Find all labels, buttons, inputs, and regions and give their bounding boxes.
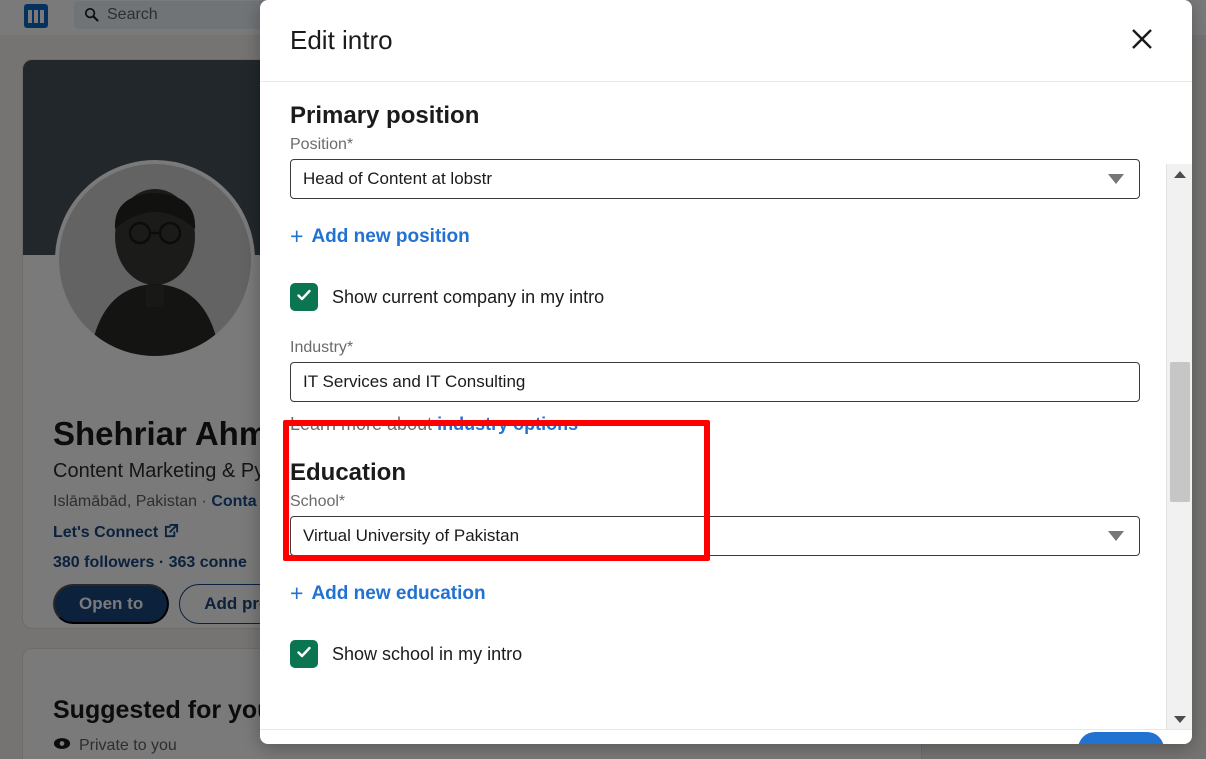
save-button[interactable]	[1078, 732, 1164, 744]
modal-scrollbar-thumb[interactable]	[1170, 362, 1190, 502]
modal-footer	[260, 729, 1192, 744]
close-icon	[1128, 25, 1156, 56]
modal-title: Edit intro	[290, 25, 393, 55]
checkmark-icon	[295, 643, 313, 666]
primary-position-heading: Primary position	[290, 102, 480, 129]
add-new-position-link[interactable]: + Add new position	[290, 225, 470, 248]
position-select[interactable]: Head of Content at lobstr	[290, 159, 1140, 199]
checkmark-icon	[295, 286, 313, 309]
scroll-up-arrow-icon[interactable]	[1167, 164, 1192, 184]
plus-icon: +	[290, 580, 304, 606]
add-new-education-link[interactable]: + Add new education	[290, 582, 486, 605]
scroll-down-arrow-icon[interactable]	[1167, 709, 1192, 729]
show-current-company-row[interactable]: Show current company in my intro	[290, 283, 1146, 311]
industry-options-link[interactable]: industry options	[437, 414, 578, 434]
learn-more-prefix: Learn more about	[290, 414, 438, 434]
modal-header: Edit intro	[260, 0, 1192, 82]
position-field-label: Position*	[290, 136, 354, 153]
position-select-wrapper: Head of Content at lobstr	[290, 159, 1140, 199]
show-school-label: Show school in my intro	[332, 643, 523, 664]
plus-icon: +	[290, 223, 304, 249]
close-button[interactable]	[1122, 21, 1162, 61]
app-root: Search	[0, 0, 1206, 759]
chevron-down-icon	[1108, 174, 1124, 184]
edit-intro-modal: Edit intro Primary position Position* He…	[260, 0, 1192, 744]
industry-input[interactable]: IT Services and IT Consulting	[290, 362, 1140, 402]
chevron-down-icon	[1108, 531, 1124, 541]
show-current-company-checkbox[interactable]	[290, 283, 318, 311]
school-select[interactable]: Virtual University of Pakistan	[290, 516, 1140, 556]
show-school-row[interactable]: Show school in my intro	[290, 640, 1146, 668]
modal-scrollbar[interactable]	[1166, 164, 1192, 729]
industry-input-wrapper: IT Services and IT Consulting	[290, 362, 1140, 402]
industry-section: Industry* IT Services and IT Consulting …	[290, 339, 1146, 435]
show-current-company-label: Show current company in my intro	[332, 286, 605, 307]
modal-body: Primary position Position* Head of Conte…	[260, 82, 1192, 729]
add-new-position-label: Add new position	[311, 225, 470, 247]
school-select-wrapper: Virtual University of Pakistan	[290, 516, 1140, 556]
primary-position-section: Primary position Position* Head of Conte…	[290, 102, 1146, 311]
show-school-checkbox[interactable]	[290, 640, 318, 668]
industry-field-label: Industry*	[290, 339, 354, 356]
education-heading: Education	[290, 459, 407, 486]
industry-learn-more: Learn more about industry options	[290, 414, 1146, 435]
school-field-label: School*	[290, 493, 346, 510]
education-section: Education School* Virtual University of …	[290, 459, 1146, 668]
add-new-education-label: Add new education	[311, 582, 486, 604]
